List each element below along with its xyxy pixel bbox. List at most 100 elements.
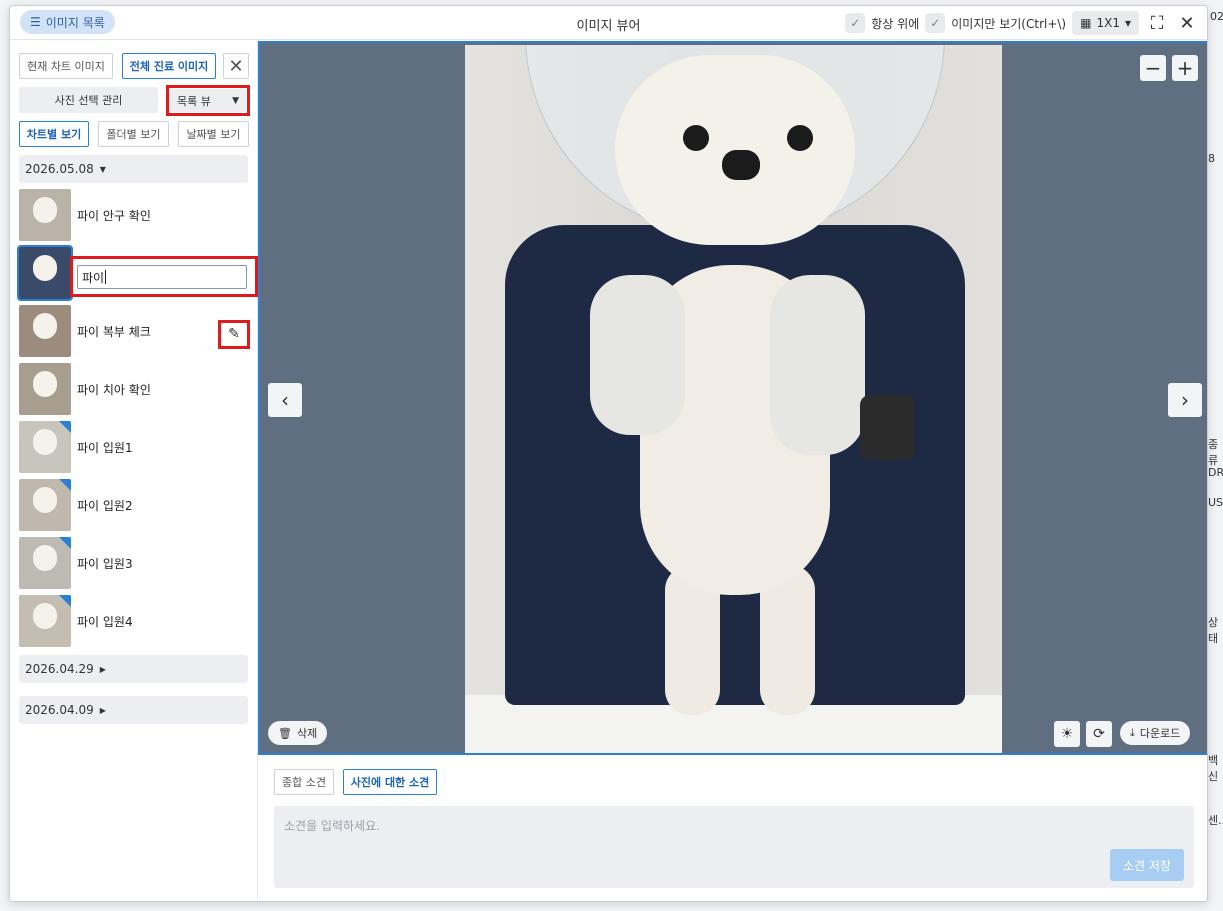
date-group-header[interactable]: 2026.05.08 ▼ <box>19 155 248 183</box>
item-label: 파이 안구 확인 <box>77 208 151 223</box>
view-mode-select[interactable]: 목록 뷰 ▼ <box>170 89 246 112</box>
previous-image-button[interactable]: ‹ <box>268 383 302 417</box>
list-item[interactable]: 파이 입원3 <box>19 537 249 589</box>
tab-photo-opinion[interactable]: 사진에 대한 소견 <box>343 769 437 795</box>
thumbnail-image <box>19 363 71 415</box>
date-group-header[interactable]: 2026.04.29 ▶ <box>19 655 248 683</box>
bg-text: 센... <box>1208 814 1223 827</box>
list-item[interactable]: 파이 입원1 <box>19 421 249 473</box>
image-list-label: 이미지 목록 <box>45 15 105 30</box>
fullscreen-button[interactable]: ⛶ <box>1145 11 1169 35</box>
tab-by-date[interactable]: 날짜별 보기 <box>178 121 249 147</box>
edit-button[interactable]: ✎ <box>224 324 244 344</box>
caret-down-icon: ▼ <box>99 164 106 174</box>
close-icon: ✕ <box>1179 12 1195 34</box>
image-list-button[interactable]: ☰ 이미지 목록 <box>20 10 115 34</box>
text-cursor <box>105 270 107 284</box>
bg-text: US <box>1208 496 1223 509</box>
list-item[interactable]: 파이 복부 체크 <box>19 305 249 357</box>
tab-by-folder[interactable]: 폴더별 보기 <box>98 121 169 147</box>
sun-icon: ☀ <box>1060 726 1074 742</box>
corner-badge <box>59 479 71 491</box>
layout-label: 1X1 <box>1096 16 1120 30</box>
chevron-down-icon: ▾ <box>1124 16 1131 30</box>
photo-dog-eye <box>683 125 709 151</box>
date-label: 2026.04.09 <box>25 703 94 717</box>
list-item[interactable]: 파이 입원4 <box>19 595 249 647</box>
corner-badge <box>59 595 71 607</box>
always-on-top-toggle[interactable]: ✓ 항상 위에 <box>845 13 919 33</box>
brightness-button[interactable]: ☀ <box>1054 721 1080 747</box>
layout-select[interactable]: ▦ 1X1 ▾ <box>1072 11 1139 35</box>
thumbnail-image <box>19 305 71 357</box>
item-label: 파이 입원1 <box>77 440 133 455</box>
thumbnail-image <box>19 595 71 647</box>
bg-text: DR <box>1208 466 1223 479</box>
rename-input[interactable]: 파이 <box>77 265 247 289</box>
download-button[interactable]: ⤓ 다운로드 <box>1120 721 1191 745</box>
trash-icon: 🗑 <box>278 726 292 740</box>
image-viewer-window: ☰ 이미지 목록 이미지 뷰어 ✓ 항상 위에 ✓ 이미지만 보기(Ctrl+\… <box>9 5 1208 902</box>
photo-select-manage-button[interactable]: 사진 선택 관리 <box>19 87 158 113</box>
caret-down-icon: ▼ <box>232 95 239 106</box>
caret-right-icon: ▶ <box>99 664 106 674</box>
list-item[interactable]: 파이 안구 확인 <box>19 189 249 241</box>
comment-panel: 종합 소견 사진에 대한 소견 소견을 입력하세요. 소견 저장 <box>258 755 1207 901</box>
save-opinion-button[interactable]: 소견 저장 <box>1110 849 1184 881</box>
close-button[interactable]: ✕ <box>1175 11 1199 35</box>
download-icon: ⤓ <box>1130 726 1135 739</box>
dog-shape <box>33 603 57 629</box>
minus-icon: − <box>1144 56 1162 80</box>
thumbnail-image <box>19 479 71 531</box>
thumbnail-image <box>17 245 73 301</box>
list-item[interactable]: 파이 입원2 <box>19 479 249 531</box>
zoom-out-button[interactable]: − <box>1140 55 1166 81</box>
corner-badge <box>59 421 71 433</box>
chevron-left-icon: ‹ <box>281 388 289 412</box>
next-image-button[interactable]: › <box>1168 383 1202 417</box>
close-sidebar-button[interactable]: ✕ <box>223 53 249 79</box>
corner-badge <box>59 537 71 549</box>
list-item[interactable]: 파이 치아 확인 <box>19 363 249 415</box>
rotate-icon: ⟳ <box>1093 726 1105 742</box>
thumbnail-image <box>19 189 71 241</box>
titlebar: ☰ 이미지 목록 이미지 뷰어 ✓ 항상 위에 ✓ 이미지만 보기(Ctrl+\… <box>10 6 1207 40</box>
rename-value: 파이 <box>82 270 105 285</box>
dog-shape <box>33 487 57 513</box>
check-icon: ✓ <box>925 13 946 33</box>
dog-shape <box>33 545 57 571</box>
zoom-in-button[interactable]: + <box>1172 55 1198 81</box>
date-label: 2026.04.29 <box>25 662 94 676</box>
image-viewer-canvas[interactable]: − + ‹ › 🗑 삭제 ☀ ⟳ ⤓ 다운로드 <box>258 41 1207 755</box>
pencil-icon: ✎ <box>228 326 240 342</box>
list-icon: ☰ <box>30 15 41 29</box>
chevron-right-icon: › <box>1181 388 1189 412</box>
date-group-header[interactable]: 2026.04.09 ▶ <box>19 696 248 724</box>
always-on-top-label: 항상 위에 <box>871 16 920 31</box>
photo-dog-nose <box>722 150 760 180</box>
opinion-textarea[interactable]: 소견을 입력하세요. 소견 저장 <box>274 806 1194 888</box>
fullscreen-icon: ⛶ <box>1150 12 1164 34</box>
dog-shape <box>33 255 57 281</box>
caret-right-icon: ▶ <box>99 705 106 715</box>
image-only-toggle[interactable]: ✓ 이미지만 보기(Ctrl+\) <box>925 13 1066 33</box>
tab-by-chart[interactable]: 차트별 보기 <box>19 121 89 147</box>
close-icon: ✕ <box>228 55 244 77</box>
all-visit-images-button[interactable]: 전체 진료 이미지 <box>122 53 216 79</box>
photo-dog-eye <box>787 125 813 151</box>
image-only-label: 이미지만 보기(Ctrl+\) <box>951 16 1067 31</box>
tab-overall-opinion[interactable]: 종합 소견 <box>274 769 334 795</box>
delete-label: 삭제 <box>296 727 318 740</box>
download-label: 다운로드 <box>1139 727 1181 740</box>
delete-button[interactable]: 🗑 삭제 <box>268 721 328 745</box>
current-chart-images-button[interactable]: 현재 차트 이미지 <box>19 53 113 79</box>
photo-watch <box>860 395 915 460</box>
item-label: 파이 입원3 <box>77 556 133 571</box>
view-mode-label: 목록 뷰 <box>177 94 211 108</box>
photo-hand <box>590 275 685 435</box>
grid-icon: ▦ <box>1080 16 1092 30</box>
sidebar: 현재 차트 이미지 전체 진료 이미지 ✕ 사진 선택 관리 목록 뷰 ▼ 차트… <box>10 41 258 901</box>
item-label: 파이 입원4 <box>77 614 133 629</box>
photo-hand <box>770 275 865 455</box>
rotate-button[interactable]: ⟳ <box>1086 721 1112 747</box>
